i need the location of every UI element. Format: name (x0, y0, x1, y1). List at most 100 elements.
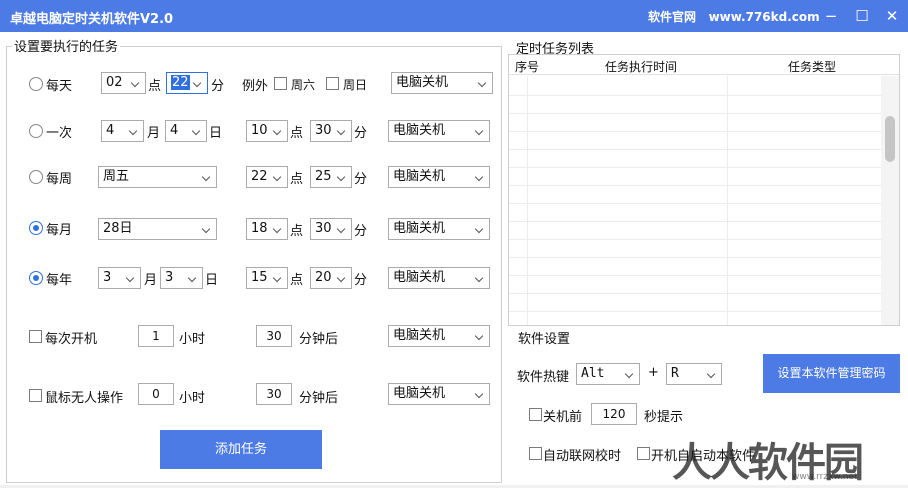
grid-line (509, 221, 881, 222)
daily-action-select[interactable]: 电脑关机 (391, 72, 493, 94)
unit-minute: 分 (354, 126, 368, 141)
unit-hours: 小时 (179, 391, 206, 406)
unit-hour: 点 (148, 79, 162, 94)
yearly-minute-select[interactable]: 20 (310, 267, 352, 289)
prompt-before-label: 关机前 (543, 410, 583, 425)
close-icon[interactable]: ✕ (879, 4, 905, 28)
unit-hour: 点 (290, 172, 304, 187)
weekly-hour-select[interactable]: 22 (246, 166, 288, 188)
chevron-down-icon (707, 364, 717, 384)
chevron-down-icon (202, 219, 212, 239)
once-action-select[interactable]: 电脑关机 (388, 120, 490, 142)
unit-day: 日 (205, 273, 219, 288)
unit-day: 日 (209, 126, 223, 141)
unit-month: 月 (147, 126, 161, 141)
chevron-down-icon (273, 219, 283, 239)
radio-daily[interactable] (29, 77, 43, 91)
chevron-down-icon (337, 167, 347, 187)
chevron-down-icon (273, 121, 283, 141)
unit-minute: 分 (354, 224, 368, 239)
label-once: 一次 (46, 126, 73, 141)
task-list-view[interactable]: 序号 任务执行时间 任务类型 (508, 54, 900, 326)
title-bar: 卓越电脑定时关机软件V2.0 软件官网 www.776kd.com − ☐ ✕ (0, 0, 908, 32)
add-task-button[interactable]: 添加任务 (160, 430, 322, 469)
idle-minutes-input[interactable]: 30 (256, 383, 292, 405)
official-site-link[interactable]: 软件官网 www.776kd.com (648, 8, 820, 25)
yearly-action-select[interactable]: 电脑关机 (388, 267, 490, 289)
monthly-action-select[interactable]: 电脑关机 (388, 218, 490, 240)
grid-line (509, 293, 881, 294)
grid-line (509, 113, 881, 114)
grid-line (509, 131, 881, 132)
chevron-down-icon (475, 268, 485, 288)
yearly-month-select[interactable]: 3 (98, 267, 141, 289)
sunday-label: 周日 (343, 78, 368, 92)
monthly-hour-select[interactable]: 18 (246, 218, 288, 240)
grid-line (509, 95, 881, 96)
chevron-down-icon (475, 167, 485, 187)
boot-minutes-input[interactable]: 30 (256, 325, 292, 347)
idle-action-select[interactable]: 电脑关机 (388, 383, 490, 405)
checkbox-mouse-idle[interactable] (29, 389, 42, 402)
weekly-weekday-select[interactable]: 周五 (98, 166, 217, 188)
chevron-down-icon (192, 121, 202, 141)
label-weekly: 每周 (46, 172, 73, 187)
column-exec-time[interactable]: 任务执行时间 (605, 58, 677, 75)
boot-action-select[interactable]: 电脑关机 (388, 325, 490, 347)
once-day-select[interactable]: 4 (165, 120, 207, 142)
chevron-down-icon (337, 121, 347, 141)
chevron-down-icon (126, 268, 136, 288)
once-hour-select[interactable]: 10 (246, 120, 288, 142)
idle-hours-input[interactable]: 0 (138, 383, 174, 405)
except-sunday-checkbox[interactable] (326, 77, 339, 90)
radio-yearly[interactable] (29, 271, 43, 285)
task-list-scrollbar[interactable] (881, 76, 899, 325)
radio-weekly[interactable] (29, 170, 43, 184)
main-panel: 设置要执行的任务 每天 02 点 22 分 例外 周六 周日 电脑关机 一次 4… (0, 32, 908, 486)
monthly-day-select[interactable]: 28日 (98, 218, 217, 240)
yearly-hour-select[interactable]: 15 (246, 267, 288, 289)
except-label: 例外 (242, 79, 269, 94)
once-month-select[interactable]: 4 (101, 120, 144, 142)
scrollbar-thumb[interactable] (885, 116, 895, 162)
set-password-button[interactable]: 设置本软件管理密码 (763, 354, 900, 393)
prompt-after-label: 秒提示 (644, 410, 684, 425)
maximize-icon[interactable]: ☐ (849, 4, 875, 28)
label-every-boot: 每次开机 (45, 332, 98, 347)
plus-sign: + (648, 365, 659, 380)
column-task-type[interactable]: 任务类型 (788, 58, 836, 75)
task-list-header: 序号 任务执行时间 任务类型 (509, 55, 899, 75)
boot-hours-input[interactable]: 1 (138, 325, 174, 347)
settings-label: 软件设置 (518, 332, 571, 347)
chevron-down-icon (478, 73, 488, 93)
label-daily: 每天 (46, 79, 73, 94)
checkbox-prompt-before-shutdown[interactable] (529, 408, 542, 421)
radio-monthly[interactable] (29, 221, 43, 235)
unit-minute: 分 (354, 273, 368, 288)
hotkey-modifier-select[interactable]: Alt (576, 363, 640, 385)
radio-once[interactable] (29, 124, 43, 138)
daily-hour-select[interactable]: 02 (101, 72, 146, 94)
unit-hour: 点 (290, 126, 304, 141)
saturday-label: 周六 (291, 78, 316, 92)
daily-minute-select[interactable]: 22 (166, 72, 208, 94)
grid-line (509, 203, 881, 204)
weekly-minute-select[interactable]: 25 (310, 166, 352, 188)
chevron-down-icon (625, 364, 635, 384)
prompt-seconds-input[interactable]: 120 (591, 403, 637, 425)
hotkey-key-select[interactable]: R (666, 363, 722, 385)
column-index[interactable]: 序号 (515, 58, 539, 75)
once-minute-select[interactable]: 30 (310, 120, 352, 142)
except-saturday-checkbox[interactable] (274, 77, 287, 90)
yearly-day-select[interactable]: 3 (160, 267, 203, 289)
chevron-down-icon (202, 167, 212, 187)
grid-line (509, 239, 881, 240)
checkbox-every-boot[interactable] (29, 330, 42, 343)
weekly-action-select[interactable]: 电脑关机 (388, 166, 490, 188)
grid-line (509, 311, 881, 312)
monthly-minute-select[interactable]: 30 (310, 218, 352, 240)
minimize-icon[interactable]: − (818, 4, 844, 28)
checkbox-autostart[interactable] (637, 447, 650, 460)
watermark-url: www.rrzxw.net (792, 472, 858, 482)
checkbox-auto-time-sync[interactable] (529, 447, 542, 460)
